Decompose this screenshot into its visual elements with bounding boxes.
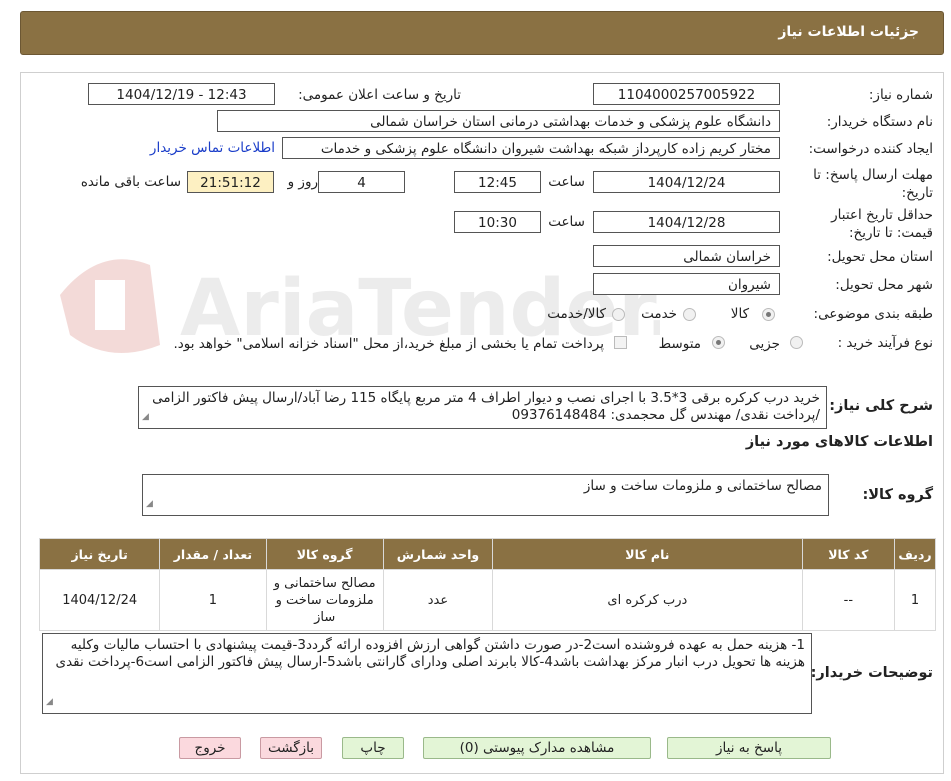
treasury-payment-note: پرداخت تمام یا بخشی از مبلغ خرید،از محل … bbox=[173, 336, 604, 352]
remaining-time-field: 21:51:12 bbox=[187, 171, 274, 193]
announce-datetime-field: 1404/12/19 - 12:43 bbox=[88, 83, 275, 105]
creator-field: مختار کریم زاده کارپرداز شبکه بهداشت شیر… bbox=[282, 137, 780, 159]
table-header-row: ردیف کد کالا نام کالا واحد شمارش گروه کا… bbox=[38, 538, 937, 570]
category-service-label: خدمت bbox=[641, 306, 677, 322]
col-item-code: کد کالا bbox=[801, 538, 895, 570]
buyer-notes-text: 1- هزینه حمل به عهده فروشنده است2-در صور… bbox=[55, 637, 805, 670]
reply-button[interactable]: پاسخ به نیاز bbox=[667, 737, 831, 759]
description-text: خرید درب کرکره برقی 3*3.5 با اجرای نصب و… bbox=[152, 390, 820, 423]
resize-handle-icon[interactable]: ◢ bbox=[46, 694, 53, 711]
deadline-date-field: 1404/12/24 bbox=[593, 171, 780, 193]
process-medium-label: متوسط bbox=[658, 336, 701, 352]
buyer-contact-link[interactable]: اطلاعات تماس خریدار bbox=[150, 140, 275, 156]
page-header: جزئیات اطلاعات نیاز bbox=[20, 11, 944, 55]
col-quantity: تعداد / مقدار bbox=[159, 538, 267, 570]
announce-label: تاریخ و ساعت اعلان عمومی: bbox=[298, 87, 461, 103]
back-button[interactable]: بازگشت bbox=[260, 737, 322, 759]
buyer-notes-textarea[interactable]: 1- هزینه حمل به عهده فروشنده است2-در صور… bbox=[42, 633, 812, 714]
treasury-payment-checkbox[interactable] bbox=[614, 336, 627, 349]
days-remaining-field: 4 bbox=[318, 171, 405, 193]
goods-section-title: اطلاعات کالاهای مورد نیاز bbox=[745, 434, 933, 450]
category-service-radio[interactable] bbox=[683, 308, 696, 321]
category-label: طبقه بندی موضوعی: bbox=[813, 306, 933, 322]
cell-item-group: مصالح ساختمانی و ملزومات ساخت و ساز bbox=[265, 569, 384, 631]
city-field: شیروان bbox=[593, 273, 780, 295]
category-goods-label: کالا bbox=[730, 306, 749, 322]
description-textarea[interactable]: خرید درب کرکره برقی 3*3.5 با اجرای نصب و… bbox=[138, 386, 827, 429]
validity-time-field: 10:30 bbox=[454, 211, 541, 233]
category-goods-service-radio[interactable] bbox=[612, 308, 625, 321]
cell-row-number: 1 bbox=[893, 569, 937, 631]
attachments-button[interactable]: مشاهده مدارک پیوستی (0) bbox=[423, 737, 651, 759]
need-number-label: شماره نیاز: bbox=[868, 87, 933, 103]
cell-need-date: 1404/12/24 bbox=[38, 569, 161, 631]
creator-label: ایجاد کننده درخواست: bbox=[808, 141, 933, 157]
city-label: شهر محل تحویل: bbox=[835, 277, 933, 293]
process-partial-radio[interactable] bbox=[790, 336, 803, 349]
resize-handle-icon[interactable]: ◢ bbox=[142, 409, 149, 426]
validity-date-field: 1404/12/28 bbox=[593, 211, 780, 233]
goods-group-field: مصالح ساختمانی و ملزومات ساخت و ساز ◢ bbox=[142, 474, 829, 516]
page-title: جزئیات اطلاعات نیاز bbox=[778, 24, 919, 40]
table-row: 1 -- درب کرکره ای عدد مصالح ساختمانی و م… bbox=[38, 569, 937, 631]
buyer-notes-label: توضیحات خریدار: bbox=[810, 665, 933, 681]
buyer-org-field: دانشگاه علوم پزشکی و خدمات بهداشتی درمان… bbox=[217, 110, 780, 132]
days-label: روز و bbox=[287, 174, 318, 190]
deadline-time-label: ساعت bbox=[548, 174, 585, 190]
cell-quantity: 1 bbox=[159, 569, 267, 631]
province-label: استان محل تحویل: bbox=[827, 249, 933, 265]
validity-time-label: ساعت bbox=[548, 214, 585, 230]
category-goods-service-label: کالا/خدمت bbox=[547, 306, 606, 322]
process-medium-radio[interactable] bbox=[712, 336, 725, 349]
cell-unit: عدد bbox=[382, 569, 494, 631]
process-label: نوع فرآیند خرید : bbox=[837, 335, 933, 351]
cell-item-code: -- bbox=[801, 569, 895, 631]
goods-group-label: گروه کالا: bbox=[862, 487, 933, 503]
buyer-org-label: نام دستگاه خریدار: bbox=[826, 114, 933, 130]
deadline-label: مهلت ارسال پاسخ: تا تاریخ: bbox=[813, 167, 933, 201]
col-need-date: تاریخ نیاز bbox=[38, 538, 161, 570]
cell-item-name: درب کرکره ای bbox=[492, 569, 803, 631]
validity-label: حداقل تاریخ اعتبار قیمت: تا تاریخ: bbox=[831, 207, 933, 241]
province-field: خراسان شمالی bbox=[593, 245, 780, 267]
need-number-field: 1104000257005922 bbox=[593, 83, 780, 105]
resize-handle-icon: ◢ bbox=[146, 499, 153, 509]
col-row-number: ردیف bbox=[893, 538, 937, 570]
goods-table: ردیف کد کالا نام کالا واحد شمارش گروه کا… bbox=[38, 538, 937, 631]
exit-button[interactable]: خروج bbox=[179, 737, 241, 759]
category-goods-radio[interactable] bbox=[762, 308, 775, 321]
deadline-time-field: 12:45 bbox=[454, 171, 541, 193]
remaining-label: ساعت باقی مانده bbox=[80, 174, 181, 190]
print-button[interactable]: چاپ bbox=[342, 737, 404, 759]
description-label: شرح کلی نیاز: bbox=[829, 398, 933, 414]
process-partial-label: جزیی bbox=[749, 336, 780, 352]
goods-group-value: مصالح ساختمانی و ملزومات ساخت و ساز bbox=[583, 478, 822, 494]
col-item-group: گروه کالا bbox=[265, 538, 384, 570]
col-item-name: نام کالا bbox=[492, 538, 803, 570]
col-unit: واحد شمارش bbox=[382, 538, 494, 570]
